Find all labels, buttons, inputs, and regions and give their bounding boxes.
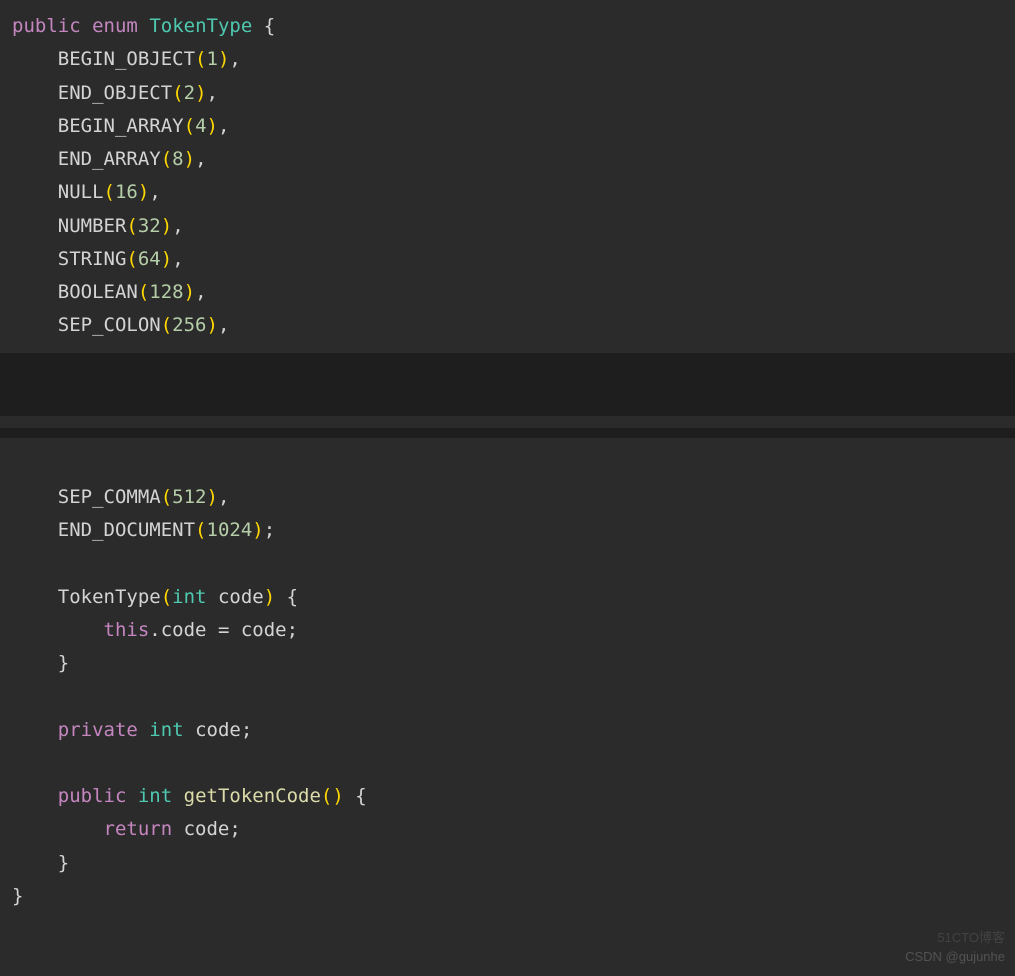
- keyword-this: this: [104, 619, 150, 641]
- keyword-public: public: [58, 785, 127, 807]
- enum-name: BOOLEAN: [58, 281, 138, 303]
- watermark-51cto: 51CTO博客: [937, 927, 1005, 946]
- enum-value: 512: [172, 486, 206, 508]
- enum-name: BEGIN_OBJECT: [58, 48, 195, 70]
- enum-name: BEGIN_ARRAY: [58, 115, 184, 137]
- separator-stripe: [0, 416, 1015, 428]
- keyword-return: return: [104, 818, 173, 840]
- watermark-csdn: CSDN @gujunhe: [905, 949, 1005, 964]
- enum-name: SEP_COLON: [58, 314, 161, 336]
- enum-value: 2: [184, 82, 195, 104]
- code-block-1: public enum TokenType { BEGIN_OBJECT(1),…: [0, 0, 1015, 353]
- method-name: getTokenCode: [184, 785, 321, 807]
- class-name: TokenType: [149, 15, 252, 37]
- enum-value: 4: [195, 115, 206, 137]
- type-int: int: [172, 586, 206, 608]
- enum-value: 32: [138, 215, 161, 237]
- separator-gap: [0, 428, 1015, 438]
- enum-value: 1: [207, 48, 218, 70]
- ctor-param: code: [218, 586, 264, 608]
- enum-value: 64: [138, 248, 161, 270]
- keyword-private: private: [58, 719, 138, 741]
- enum-name: NULL: [58, 181, 104, 203]
- enum-value: 8: [172, 148, 183, 170]
- keyword-enum: enum: [92, 15, 138, 37]
- enum-value: 16: [115, 181, 138, 203]
- enum-name: SEP_COMMA: [58, 486, 161, 508]
- enum-name: END_OBJECT: [58, 82, 172, 104]
- keyword-public: public: [12, 15, 81, 37]
- enum-name: END_ARRAY: [58, 148, 161, 170]
- enum-name: END_DOCUMENT: [58, 519, 195, 541]
- separator-gap: [0, 353, 1015, 416]
- code-block-2: SEP_COMMA(512), END_DOCUMENT(1024); Toke…: [0, 438, 1015, 924]
- type-int: int: [138, 785, 172, 807]
- ctor-name: TokenType: [58, 586, 161, 608]
- enum-value: 256: [172, 314, 206, 336]
- enum-name: NUMBER: [58, 215, 127, 237]
- enum-value: 128: [149, 281, 183, 303]
- enum-name: STRING: [58, 248, 127, 270]
- enum-value: 1024: [207, 519, 253, 541]
- field-name: code: [195, 719, 241, 741]
- type-int: int: [149, 719, 183, 741]
